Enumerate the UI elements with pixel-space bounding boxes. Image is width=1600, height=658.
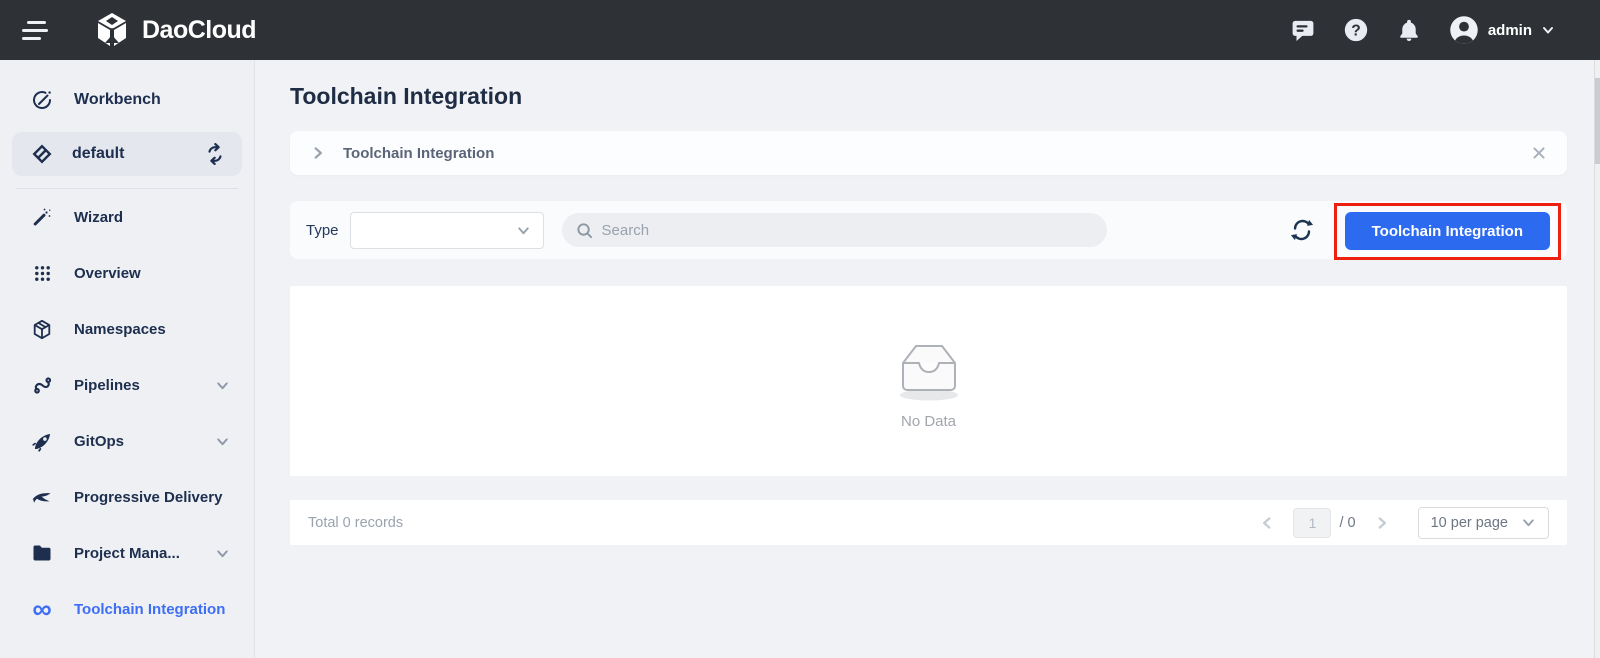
wand-icon xyxy=(30,207,54,227)
sidebar-item-namespaces[interactable]: Namespaces xyxy=(0,301,254,357)
sidebar-item-label: Workbench xyxy=(74,91,161,108)
sidebar-item-label: Wizard xyxy=(74,208,124,226)
page-count: / 0 xyxy=(1339,514,1356,531)
switch-workspace-icon[interactable] xyxy=(204,143,226,165)
sidebar-item-label: Namespaces xyxy=(74,320,166,338)
page-number-input[interactable] xyxy=(1293,507,1332,538)
pagination-bar: Total 0 records / 0 10 per page xyxy=(290,500,1567,545)
workbench-icon xyxy=(30,89,54,111)
user-menu[interactable]: admin xyxy=(1449,15,1555,45)
sidebar-item-overview[interactable]: Overview xyxy=(0,245,254,301)
total-records: Total 0 records xyxy=(308,514,404,531)
daocloud-logo-icon xyxy=(92,10,132,50)
menu-toggle-icon[interactable] xyxy=(22,19,50,41)
sidebar-item-label: Toolchain Integration xyxy=(74,600,226,618)
workspace-icon xyxy=(30,144,54,164)
help-icon[interactable]: ? xyxy=(1343,17,1369,43)
sidebar-item-default[interactable]: default xyxy=(12,132,242,176)
refresh-icon[interactable] xyxy=(1290,218,1314,242)
empty-inbox-icon xyxy=(881,333,977,405)
workspace-name: default xyxy=(72,145,125,162)
chevron-down-icon xyxy=(1541,23,1555,37)
chevron-down-icon xyxy=(215,546,230,561)
infinity-icon: ∞ xyxy=(32,594,52,624)
folder-icon xyxy=(30,544,54,562)
chevron-down-icon xyxy=(215,434,230,449)
svg-text:?: ? xyxy=(1351,22,1361,39)
top-header: DaoCloud ? admin xyxy=(0,0,1600,60)
sidebar-item-workbench[interactable]: Workbench xyxy=(0,74,254,126)
chevron-down-icon xyxy=(215,378,230,393)
sidebar-item-progressive-delivery[interactable]: Progressive Delivery xyxy=(0,469,254,525)
grid-icon xyxy=(30,264,54,283)
main-content: Toolchain Integration Toolchain Integrat… xyxy=(255,60,1600,658)
annotation-highlight: Toolchain Integration xyxy=(1333,202,1561,260)
rocket-icon xyxy=(30,431,54,452)
next-page-icon[interactable] xyxy=(1368,515,1396,531)
sidebar-item-label: Progressive Delivery xyxy=(74,488,223,506)
page-size-select[interactable]: 10 per page xyxy=(1417,506,1549,539)
type-filter-select[interactable] xyxy=(349,211,544,249)
user-name: admin xyxy=(1487,21,1532,39)
sidebar-item-wizard[interactable]: Wizard xyxy=(0,189,254,245)
sidebar-item-label: Pipelines xyxy=(74,376,140,394)
chat-icon[interactable] xyxy=(1290,17,1316,43)
filter-toolbar: Type Toolchain Integration xyxy=(290,201,1567,260)
avatar xyxy=(1449,15,1479,45)
sidebar-item-gitops[interactable]: GitOps xyxy=(0,413,254,469)
page-size-value: 10 per page xyxy=(1430,514,1508,531)
pipeline-icon xyxy=(30,375,54,396)
sidebar-item-pipelines[interactable]: Pipelines xyxy=(0,357,254,413)
breadcrumb: Toolchain Integration xyxy=(343,144,495,162)
sidebar-item-label: GitOps xyxy=(74,432,125,450)
sidebar-item-toolchain-integration[interactable]: ∞ Toolchain Integration xyxy=(0,581,254,637)
scrollbar[interactable] xyxy=(1594,60,1600,658)
bird-icon xyxy=(30,487,54,507)
brand-name: DaoCloud xyxy=(142,15,257,44)
chevron-right-icon xyxy=(310,145,326,161)
toolchain-integration-button[interactable]: Toolchain Integration xyxy=(1344,212,1550,250)
search-box xyxy=(561,213,1107,247)
sidebar-item-project-management[interactable]: Project Mana... xyxy=(0,525,254,581)
search-input[interactable] xyxy=(601,221,1099,239)
sidebar: Workbench default Wizard Overview Namesp… xyxy=(0,60,255,658)
search-icon xyxy=(576,222,593,239)
empty-state-message: No Data xyxy=(900,412,957,430)
page-title: Toolchain Integration xyxy=(290,83,523,109)
scrollbar-thumb[interactable] xyxy=(1595,78,1600,164)
close-icon[interactable] xyxy=(1531,145,1547,161)
sidebar-item-label: Overview xyxy=(74,264,141,282)
cube-icon xyxy=(30,319,54,340)
prev-page-icon[interactable] xyxy=(1253,515,1281,531)
results-panel: No Data xyxy=(290,286,1567,476)
sidebar-item-label: Project Mana... xyxy=(74,544,180,562)
notifications-bell-icon[interactable] xyxy=(1396,17,1422,43)
breadcrumb-tab-bar: Toolchain Integration xyxy=(290,131,1567,175)
type-filter-label: Type xyxy=(306,221,339,239)
brand-logo[interactable]: DaoCloud xyxy=(92,10,257,50)
